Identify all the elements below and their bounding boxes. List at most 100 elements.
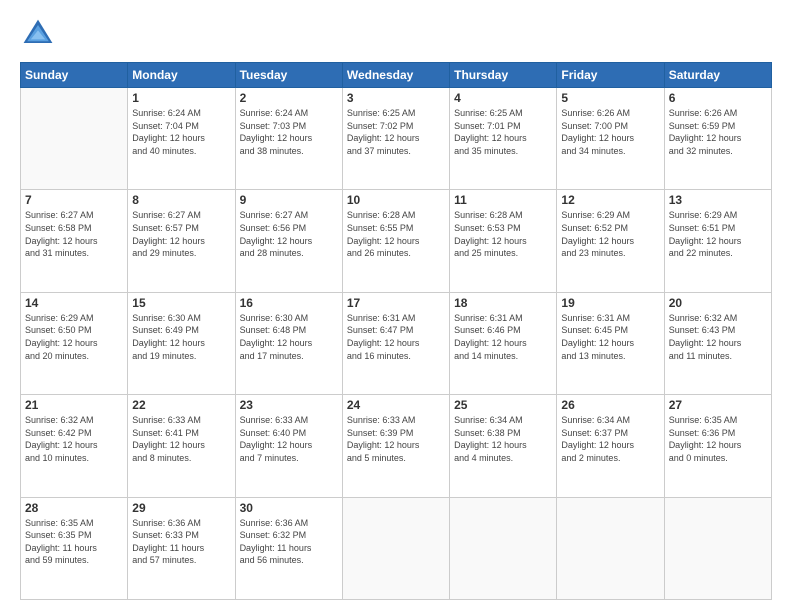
page: SundayMondayTuesdayWednesdayThursdayFrid…	[0, 0, 792, 612]
calendar-cell: 25 Sunrise: 6:34 AM Sunset: 6:38 PM Dayli…	[450, 395, 557, 497]
day-number: 13	[669, 193, 767, 207]
calendar-cell: 9 Sunrise: 6:27 AM Sunset: 6:56 PM Daylig…	[235, 190, 342, 292]
calendar-cell: 22 Sunrise: 6:33 AM Sunset: 6:41 PM Dayli…	[128, 395, 235, 497]
day-number: 8	[132, 193, 230, 207]
calendar-cell: 11Sunrise: 6:28 AM Sunset: 6:53 PM Dayli…	[450, 190, 557, 292]
day-info: Sunrise: 6:27 AM Sunset: 6:56 PM Dayligh…	[240, 209, 338, 259]
day-number: 12	[561, 193, 659, 207]
calendar-cell: 26Sunrise: 6:34 AM Sunset: 6:37 PM Dayli…	[557, 395, 664, 497]
day-info: Sunrise: 6:28 AM Sunset: 6:53 PM Dayligh…	[454, 209, 552, 259]
calendar-cell: 17 Sunrise: 6:31 AM Sunset: 6:47 PM Dayli…	[342, 292, 449, 394]
day-number: 23	[240, 398, 338, 412]
day-info: Sunrise: 6:33 AM Sunset: 6:39 PM Dayligh…	[347, 414, 445, 464]
day-number: 18	[454, 296, 552, 310]
header	[20, 16, 772, 52]
day-info: Sunrise: 6:35 AM Sunset: 6:35 PM Dayligh…	[25, 517, 123, 567]
calendar-cell	[557, 497, 664, 599]
calendar-cell: 20 Sunrise: 6:32 AM Sunset: 6:43 PM Dayli…	[664, 292, 771, 394]
day-number: 9	[240, 193, 338, 207]
day-info: Sunrise: 6:26 AM Sunset: 7:00 PM Dayligh…	[561, 107, 659, 157]
day-info: Sunrise: 6:30 AM Sunset: 6:49 PM Dayligh…	[132, 312, 230, 362]
day-info: Sunrise: 6:32 AM Sunset: 6:43 PM Dayligh…	[669, 312, 767, 362]
calendar-cell: 13 Sunrise: 6:29 AM Sunset: 6:51 PM Dayli…	[664, 190, 771, 292]
calendar-cell: 27 Sunrise: 6:35 AM Sunset: 6:36 PM Dayli…	[664, 395, 771, 497]
calendar-cell: 6 Sunrise: 6:26 AM Sunset: 6:59 PM Daylig…	[664, 88, 771, 190]
day-info: Sunrise: 6:29 AM Sunset: 6:51 PM Dayligh…	[669, 209, 767, 259]
day-number: 4	[454, 91, 552, 105]
day-info: Sunrise: 6:32 AM Sunset: 6:42 PM Dayligh…	[25, 414, 123, 464]
day-info: Sunrise: 6:36 AM Sunset: 6:33 PM Dayligh…	[132, 517, 230, 567]
day-number: 2	[240, 91, 338, 105]
day-number: 19	[561, 296, 659, 310]
day-info: Sunrise: 6:31 AM Sunset: 6:47 PM Dayligh…	[347, 312, 445, 362]
weekday-header-wednesday: Wednesday	[342, 63, 449, 88]
calendar-cell: 28 Sunrise: 6:35 AM Sunset: 6:35 PM Dayli…	[21, 497, 128, 599]
day-info: Sunrise: 6:25 AM Sunset: 7:02 PM Dayligh…	[347, 107, 445, 157]
calendar-cell: 23 Sunrise: 6:33 AM Sunset: 6:40 PM Dayli…	[235, 395, 342, 497]
day-info: Sunrise: 6:24 AM Sunset: 7:03 PM Dayligh…	[240, 107, 338, 157]
day-info: Sunrise: 6:36 AM Sunset: 6:32 PM Dayligh…	[240, 517, 338, 567]
day-info: Sunrise: 6:30 AM Sunset: 6:48 PM Dayligh…	[240, 312, 338, 362]
logo	[20, 16, 62, 52]
calendar-cell: 14 Sunrise: 6:29 AM Sunset: 6:50 PM Dayli…	[21, 292, 128, 394]
day-number: 22	[132, 398, 230, 412]
day-info: Sunrise: 6:31 AM Sunset: 6:45 PM Dayligh…	[561, 312, 659, 362]
weekday-header-saturday: Saturday	[664, 63, 771, 88]
calendar-cell: 5 Sunrise: 6:26 AM Sunset: 7:00 PM Daylig…	[557, 88, 664, 190]
day-info: Sunrise: 6:27 AM Sunset: 6:58 PM Dayligh…	[25, 209, 123, 259]
calendar-week-1: 1 Sunrise: 6:24 AM Sunset: 7:04 PM Daylig…	[21, 88, 772, 190]
day-number: 1	[132, 91, 230, 105]
day-number: 21	[25, 398, 123, 412]
calendar-cell: 1 Sunrise: 6:24 AM Sunset: 7:04 PM Daylig…	[128, 88, 235, 190]
calendar-cell: 24Sunrise: 6:33 AM Sunset: 6:39 PM Dayli…	[342, 395, 449, 497]
day-number: 29	[132, 501, 230, 515]
day-info: Sunrise: 6:34 AM Sunset: 6:38 PM Dayligh…	[454, 414, 552, 464]
calendar-cell: 12 Sunrise: 6:29 AM Sunset: 6:52 PM Dayli…	[557, 190, 664, 292]
day-number: 14	[25, 296, 123, 310]
day-info: Sunrise: 6:25 AM Sunset: 7:01 PM Dayligh…	[454, 107, 552, 157]
calendar-cell	[450, 497, 557, 599]
day-number: 25	[454, 398, 552, 412]
weekday-header-friday: Friday	[557, 63, 664, 88]
calendar-week-3: 14 Sunrise: 6:29 AM Sunset: 6:50 PM Dayli…	[21, 292, 772, 394]
calendar-cell: 29 Sunrise: 6:36 AM Sunset: 6:33 PM Dayli…	[128, 497, 235, 599]
day-number: 28	[25, 501, 123, 515]
calendar-cell: 30 Sunrise: 6:36 AM Sunset: 6:32 PM Dayli…	[235, 497, 342, 599]
weekday-header-tuesday: Tuesday	[235, 63, 342, 88]
day-info: Sunrise: 6:26 AM Sunset: 6:59 PM Dayligh…	[669, 107, 767, 157]
day-number: 15	[132, 296, 230, 310]
calendar-cell: 21 Sunrise: 6:32 AM Sunset: 6:42 PM Dayli…	[21, 395, 128, 497]
weekday-header-row: SundayMondayTuesdayWednesdayThursdayFrid…	[21, 63, 772, 88]
day-number: 17	[347, 296, 445, 310]
day-info: Sunrise: 6:29 AM Sunset: 6:50 PM Dayligh…	[25, 312, 123, 362]
day-info: Sunrise: 6:35 AM Sunset: 6:36 PM Dayligh…	[669, 414, 767, 464]
day-number: 5	[561, 91, 659, 105]
day-number: 3	[347, 91, 445, 105]
calendar-cell: 16 Sunrise: 6:30 AM Sunset: 6:48 PM Dayli…	[235, 292, 342, 394]
calendar-cell: 4 Sunrise: 6:25 AM Sunset: 7:01 PM Daylig…	[450, 88, 557, 190]
day-info: Sunrise: 6:33 AM Sunset: 6:41 PM Dayligh…	[132, 414, 230, 464]
day-info: Sunrise: 6:33 AM Sunset: 6:40 PM Dayligh…	[240, 414, 338, 464]
day-number: 30	[240, 501, 338, 515]
day-number: 20	[669, 296, 767, 310]
calendar-cell: 7 Sunrise: 6:27 AM Sunset: 6:58 PM Daylig…	[21, 190, 128, 292]
calendar-week-5: 28 Sunrise: 6:35 AM Sunset: 6:35 PM Dayli…	[21, 497, 772, 599]
day-number: 6	[669, 91, 767, 105]
day-number: 27	[669, 398, 767, 412]
calendar-week-4: 21 Sunrise: 6:32 AM Sunset: 6:42 PM Dayli…	[21, 395, 772, 497]
day-number: 7	[25, 193, 123, 207]
day-number: 16	[240, 296, 338, 310]
calendar-cell: 3 Sunrise: 6:25 AM Sunset: 7:02 PM Daylig…	[342, 88, 449, 190]
day-info: Sunrise: 6:27 AM Sunset: 6:57 PM Dayligh…	[132, 209, 230, 259]
day-info: Sunrise: 6:24 AM Sunset: 7:04 PM Dayligh…	[132, 107, 230, 157]
calendar-cell	[664, 497, 771, 599]
calendar-week-2: 7 Sunrise: 6:27 AM Sunset: 6:58 PM Daylig…	[21, 190, 772, 292]
day-info: Sunrise: 6:34 AM Sunset: 6:37 PM Dayligh…	[561, 414, 659, 464]
logo-icon	[20, 16, 56, 52]
weekday-header-monday: Monday	[128, 63, 235, 88]
day-info: Sunrise: 6:31 AM Sunset: 6:46 PM Dayligh…	[454, 312, 552, 362]
calendar-cell	[21, 88, 128, 190]
calendar-cell: 2 Sunrise: 6:24 AM Sunset: 7:03 PM Daylig…	[235, 88, 342, 190]
calendar-cell: 15 Sunrise: 6:30 AM Sunset: 6:49 PM Dayli…	[128, 292, 235, 394]
day-info: Sunrise: 6:29 AM Sunset: 6:52 PM Dayligh…	[561, 209, 659, 259]
